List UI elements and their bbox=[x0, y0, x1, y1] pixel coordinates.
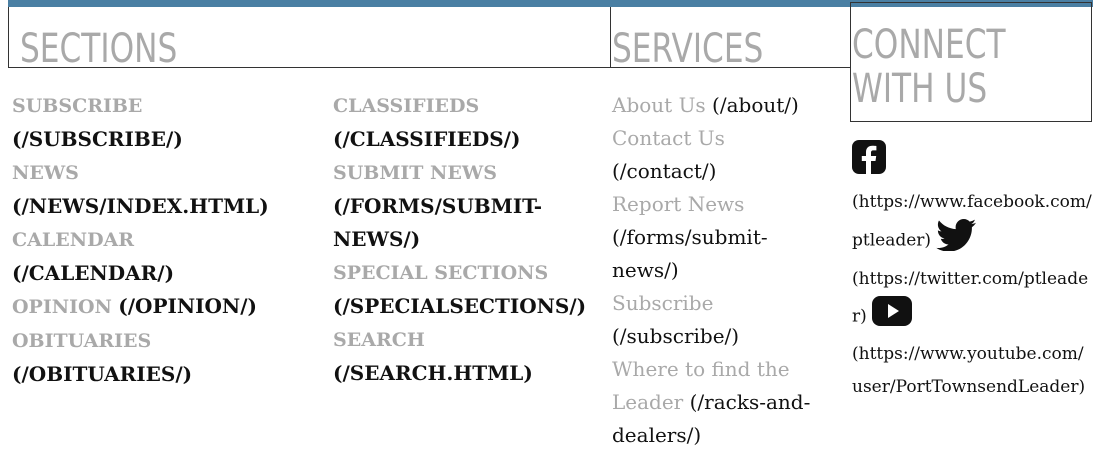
nav-item-opinion[interactable]: OPINION (/OPINION/) bbox=[12, 290, 332, 324]
nav-item-special-sections[interactable]: SPECIAL SECTIONS (/SPECIALSECTIONS/) bbox=[333, 256, 603, 323]
social-link-youtube[interactable]: (https://www.youtube.com/user/PortTownse… bbox=[852, 338, 1093, 404]
service-href: (/subscribe/) bbox=[612, 324, 740, 348]
services-heading: SERVICES bbox=[612, 26, 764, 72]
nav-label[interactable]: SEARCH bbox=[333, 329, 425, 351]
connect-column: (https://www.facebook.com/ptleader) (htt… bbox=[852, 140, 1093, 404]
nav-item-classifieds[interactable]: CLASSIFIEDS (/CLASSIFIEDS/) bbox=[333, 89, 603, 156]
sections-column-2: CLASSIFIEDS (/CLASSIFIEDS/) SUBMIT NEWS … bbox=[333, 89, 603, 390]
social-href: (https://www.youtube.com/user/PortTownse… bbox=[852, 344, 1086, 397]
twitter-icon[interactable] bbox=[936, 219, 977, 263]
nav-label[interactable]: CALENDAR bbox=[12, 229, 134, 251]
service-item-where-to-find[interactable]: Where to find the Leader (/racks-and-dea… bbox=[612, 353, 834, 452]
nav-item-calendar[interactable]: CALENDAR (/CALENDAR/) bbox=[12, 223, 332, 290]
facebook-icon[interactable] bbox=[852, 140, 886, 186]
nav-item-search[interactable]: SEARCH (/SEARCH.HTML) bbox=[333, 323, 603, 390]
nav-label[interactable]: NEWS bbox=[12, 162, 79, 184]
connect-heading: CONNECT WITH US bbox=[852, 22, 1006, 112]
service-label[interactable]: Subscribe bbox=[612, 291, 713, 315]
youtube-icon[interactable] bbox=[872, 296, 913, 338]
service-item-subscribe[interactable]: Subscribe (/subscribe/) bbox=[612, 287, 844, 353]
nav-item-news[interactable]: NEWS (/NEWS/INDEX.HTML) bbox=[12, 156, 332, 223]
service-href: (/forms/submit-news/) bbox=[612, 225, 768, 282]
nav-label[interactable]: OBITUARIES bbox=[12, 330, 151, 352]
nav-href: (/FORMS/SUBMIT-NEWS/) bbox=[333, 194, 543, 251]
service-item-report-news[interactable]: Report News (/forms/submit-news/) bbox=[612, 188, 844, 287]
sections-heading: SECTIONS bbox=[20, 26, 178, 72]
nav-href: (/OPINION/) bbox=[118, 294, 257, 318]
nav-item-submit-news[interactable]: SUBMIT NEWS (/FORMS/SUBMIT-NEWS/) bbox=[333, 156, 603, 256]
nav-label[interactable]: SUBSCRIBE bbox=[12, 95, 142, 117]
nav-href: (/OBITUARIES/) bbox=[12, 362, 193, 386]
services-column: About Us (/about/) Contact Us (/contact/… bbox=[612, 89, 844, 452]
nav-item-subscribe[interactable]: SUBSCRIBE (/SUBSCRIBE/) bbox=[12, 89, 332, 156]
nav-href: (/SUBSCRIBE/) bbox=[12, 127, 183, 151]
nav-href: (/NEWS/INDEX.HTML) bbox=[12, 194, 269, 218]
service-label[interactable]: About Us bbox=[612, 93, 706, 117]
connect-heading-box: CONNECT WITH US bbox=[850, 2, 1092, 122]
nav-label[interactable]: OPINION bbox=[12, 296, 112, 318]
nav-item-obituaries[interactable]: OBITUARIES (/OBITUARIES/) bbox=[12, 324, 332, 391]
nav-label[interactable]: SUBMIT NEWS bbox=[333, 162, 497, 184]
service-href: (/contact/) bbox=[612, 159, 717, 183]
service-href: (/about/) bbox=[712, 93, 799, 117]
nav-href: (/CLASSIFIEDS/) bbox=[333, 127, 521, 151]
nav-label[interactable]: CLASSIFIEDS bbox=[333, 95, 479, 117]
service-label[interactable]: Contact Us bbox=[612, 126, 725, 150]
social-link-twitter[interactable]: (https://twitter.com/ptleader) bbox=[852, 263, 1093, 338]
service-label[interactable]: Report News bbox=[612, 192, 744, 216]
nav-href: (/SPECIALSECTIONS/) bbox=[333, 294, 587, 318]
social-link-facebook[interactable]: (https://www.facebook.com/ptleader) bbox=[852, 140, 1093, 263]
nav-label[interactable]: SPECIAL SECTIONS bbox=[333, 262, 548, 284]
sections-heading-box: SECTIONS bbox=[8, 7, 611, 72]
nav-href: (/CALENDAR/) bbox=[12, 261, 175, 285]
nav-href: (/SEARCH.HTML) bbox=[333, 361, 533, 385]
services-heading-box: SERVICES bbox=[610, 7, 851, 72]
sections-column-1: SUBSCRIBE (/SUBSCRIBE/) NEWS (/NEWS/INDE… bbox=[12, 89, 332, 391]
service-item-about[interactable]: About Us (/about/) bbox=[612, 89, 844, 122]
service-item-contact[interactable]: Contact Us (/contact/) bbox=[612, 122, 844, 188]
